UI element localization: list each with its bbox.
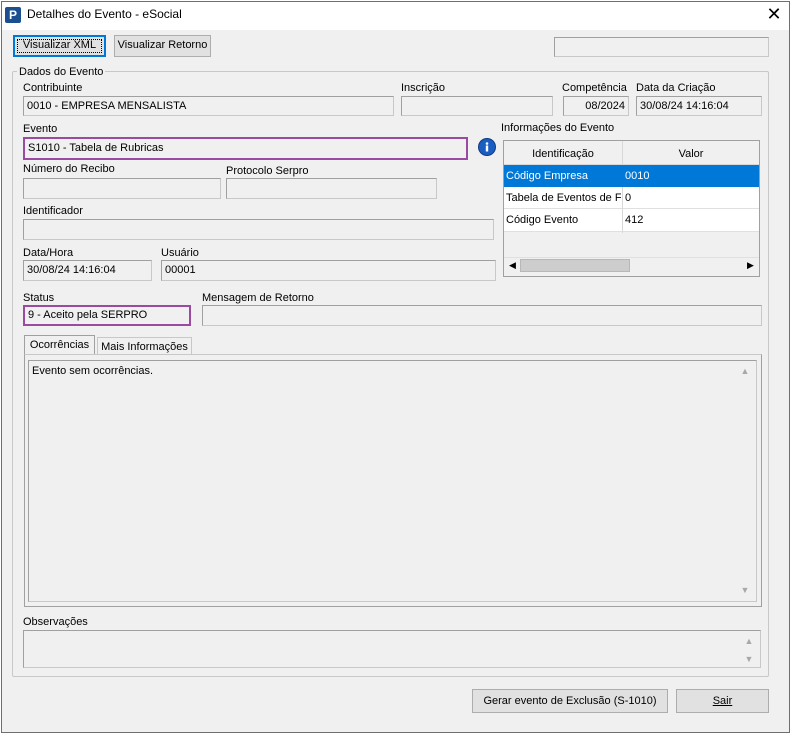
- observacoes-label: Observações: [23, 616, 88, 628]
- grid-col-identificacao[interactable]: Identificação: [504, 144, 622, 164]
- scroll-thumb[interactable]: [520, 259, 630, 272]
- window-title: Detalhes do Evento - eSocial: [27, 7, 182, 21]
- focus-rect: [14, 36, 105, 56]
- scroll-down-icon[interactable]: ▼: [739, 585, 751, 597]
- evento-field[interactable]: S1010 - Tabela de Rubricas: [23, 137, 468, 160]
- group-title: Dados do Evento: [17, 66, 106, 78]
- close-icon[interactable]: ✕: [764, 4, 784, 26]
- inscricao-label: Inscrição: [401, 82, 446, 94]
- numero-recibo-field[interactable]: [23, 178, 221, 199]
- inscricao-field[interactable]: [401, 96, 553, 116]
- info-title: Informações do Evento: [501, 122, 615, 134]
- evento-label: Evento: [23, 123, 58, 135]
- scroll-down-icon[interactable]: ▼: [743, 654, 755, 666]
- gerar-exclusao-label: Gerar evento de Exclusão (S-1010): [483, 695, 657, 707]
- status-label: Status: [23, 292, 55, 304]
- scroll-right-icon[interactable]: ▶: [744, 259, 757, 272]
- app-logo-icon: P: [5, 7, 21, 23]
- data-hora-label: Data/Hora: [23, 247, 74, 259]
- grid-col-valor[interactable]: Valor: [623, 144, 759, 164]
- grid-cell: Tabela de Eventos de F: [506, 192, 621, 204]
- contribuinte-label: Contribuinte: [23, 82, 83, 94]
- usuario-label: Usuário: [161, 247, 199, 259]
- view-xml-button[interactable]: Visualizar XML: [13, 35, 106, 57]
- protocolo-label: Protocolo Serpro: [226, 165, 309, 177]
- ocorrencias-memo[interactable]: Evento sem ocorrências.: [28, 360, 757, 602]
- scroll-up-icon[interactable]: ▲: [739, 366, 751, 378]
- numero-recibo-label: Número do Recibo: [23, 163, 115, 175]
- gerar-exclusao-button[interactable]: Gerar evento de Exclusão (S-1010): [472, 689, 668, 713]
- usuario-field[interactable]: 00001: [161, 260, 496, 281]
- info-icon[interactable]: [479, 139, 495, 155]
- mensagem-label: Mensagem de Retorno: [202, 292, 314, 304]
- view-return-label: Visualizar Retorno: [117, 39, 208, 51]
- ocorrencias-text: Evento sem ocorrências.: [32, 365, 154, 377]
- data-criacao-field[interactable]: 30/08/24 14:16:04: [636, 96, 762, 116]
- grid-cell: 0010: [625, 170, 650, 182]
- competencia-field[interactable]: 08/2024: [563, 96, 629, 116]
- competencia-label: Competência: [562, 82, 627, 94]
- col-divider: [622, 187, 623, 233]
- tab-ocorrencias[interactable]: Ocorrências: [24, 335, 95, 355]
- grid-cell: 412: [625, 214, 644, 226]
- tab-mais-informacoes[interactable]: Mais Informações: [97, 337, 192, 355]
- mensagem-field[interactable]: [202, 305, 762, 326]
- grid-cell: Código Empresa: [506, 170, 588, 182]
- view-return-button[interactable]: Visualizar Retorno: [114, 35, 211, 57]
- info-glyph-icon: [485, 142, 489, 152]
- grid-cell: 0: [625, 192, 632, 204]
- sair-label: Sair: [712, 695, 733, 707]
- contribuinte-field[interactable]: 0010 - EMPRESA MENSALISTA: [23, 96, 394, 116]
- info-grid[interactable]: Identificação Valor Código Empresa 0010 …: [503, 140, 760, 277]
- identificador-field[interactable]: [23, 219, 494, 240]
- data-hora-field[interactable]: 30/08/24 14:16:04: [23, 260, 152, 281]
- scroll-up-icon[interactable]: ▲: [743, 636, 755, 648]
- status-field[interactable]: 9 - Aceito pela SERPRO: [23, 305, 191, 326]
- scroll-left-icon[interactable]: ◀: [506, 259, 519, 272]
- sair-button[interactable]: Sair: [676, 689, 769, 713]
- grid-cell: Código Evento: [506, 214, 579, 226]
- identificador-label: Identificador: [23, 205, 83, 217]
- protocolo-field[interactable]: [226, 178, 437, 199]
- observacoes-field[interactable]: [23, 630, 761, 668]
- status-panel: [554, 37, 769, 57]
- data-criacao-label: Data da Criação: [636, 82, 716, 94]
